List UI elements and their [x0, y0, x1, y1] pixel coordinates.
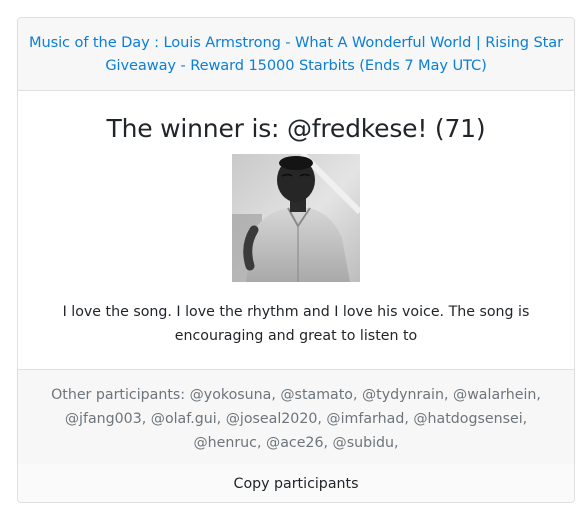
participant-name: @hatdogsensei, [413, 411, 528, 427]
participants-section: Other participants: @yokosuna, @stamato,… [18, 370, 574, 464]
copy-bar: Copy participants [18, 464, 574, 502]
participant-name: @jfang003, [64, 411, 147, 427]
giveaway-title-link[interactable]: Music of the Day : Louis Armstrong - Wha… [29, 31, 563, 77]
winner-comment: I love the song. I love the rhythm and I… [62, 304, 530, 344]
participant-name: @imfarhad, [326, 411, 409, 427]
giveaway-title-line1: Music of the Day : Louis Armstrong - Wha… [28, 34, 564, 51]
participant-name: @subidu, [332, 435, 399, 451]
participant-name: @joseal2020, [225, 411, 322, 427]
participant-name: @yokosuna, [189, 387, 276, 403]
participants-label: Other participants: [51, 387, 186, 403]
participant-name: @stamato, [280, 387, 358, 403]
participant-name: @walarhein, [453, 387, 541, 403]
winner-heading: The winner is: @fredkese! (71) [106, 114, 486, 143]
participant-name: @henruc, [193, 435, 262, 451]
copy-participants-button[interactable]: Copy participants [224, 472, 369, 496]
card-header: Music of the Day : Louis Armstrong - Wha… [18, 18, 574, 91]
participant-name: @ace26, [266, 435, 328, 451]
participant-name: @olaf.gui, [150, 411, 222, 427]
participant-name: @tydynrain, [361, 387, 449, 403]
winner-avatar [232, 154, 360, 282]
giveaway-title-line2: Giveaway - Reward 15000 Starbits (Ends 7… [105, 57, 487, 74]
winner-section: The winner is: @fredkese! (71) I love th… [18, 91, 574, 370]
giveaway-card: Music of the Day : Louis Armstrong - Wha… [17, 17, 575, 503]
